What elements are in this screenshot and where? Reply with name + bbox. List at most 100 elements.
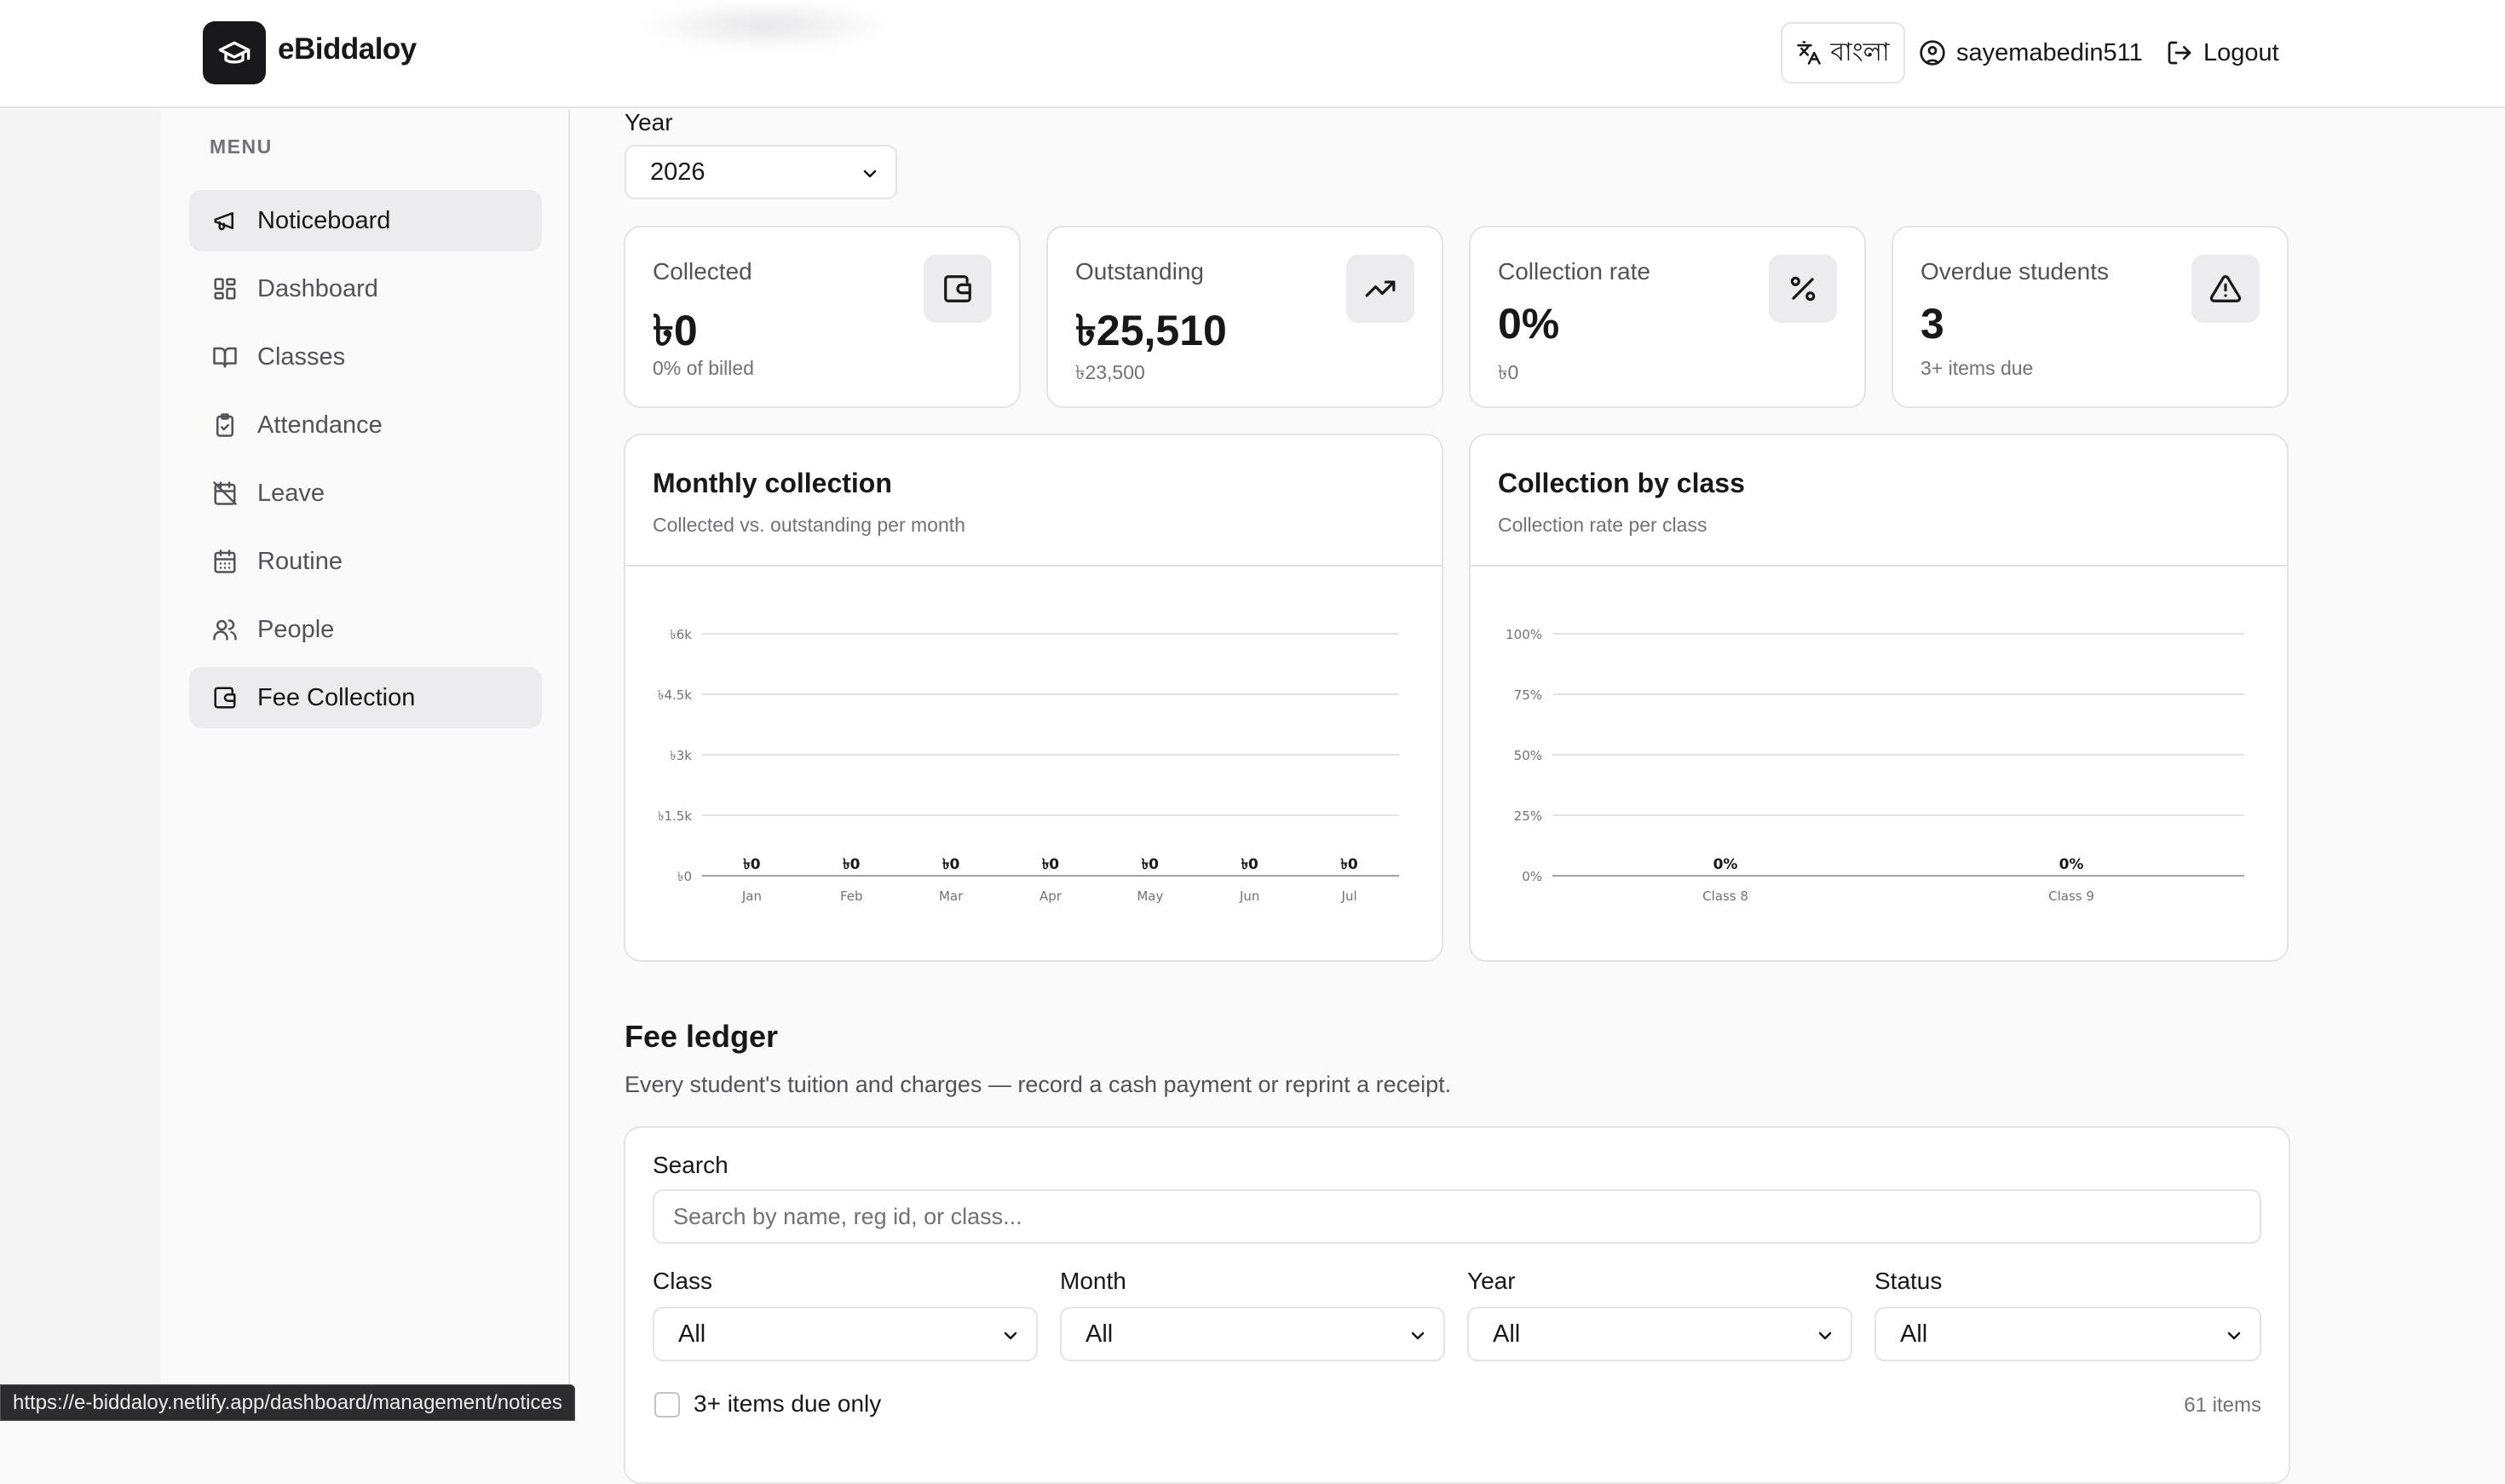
year-select[interactable]: 2026 xyxy=(625,145,897,199)
stat-card-outstanding: Outstanding ৳25,510 ৳23,500 xyxy=(1046,226,1443,408)
month-select[interactable]: All xyxy=(1060,1307,1445,1361)
sidebar-item-label: Classes xyxy=(257,342,346,371)
sidebar-item-label: Leave xyxy=(257,479,325,507)
stat-label: Collection rate xyxy=(1498,258,1650,285)
wallet-icon xyxy=(924,255,992,323)
language-toggle-button[interactable]: বাংলা xyxy=(1781,22,1905,83)
status-select-value: All xyxy=(1900,1320,1928,1348)
search-label: Search xyxy=(653,1152,728,1178)
page-gutter xyxy=(0,110,160,1421)
page-title-faded xyxy=(637,0,893,51)
translate-icon xyxy=(1797,41,1822,65)
overdue-only-checkbox[interactable] xyxy=(654,1392,680,1418)
ledger-filter-card: Search Class All Month All Year All Stat… xyxy=(624,1126,2290,1484)
stat-label: Collected xyxy=(653,258,752,285)
sidebar-item-label: Routine xyxy=(257,547,343,575)
sidebar-item-label: Attendance xyxy=(257,411,383,439)
stat-card-collected: Collected ৳0 0% of billed xyxy=(624,226,1021,408)
stat-value: 3 xyxy=(1920,300,1944,348)
ledger-year-select[interactable]: All xyxy=(1467,1307,1852,1361)
sidebar-item-attendance[interactable]: Attendance xyxy=(189,394,542,456)
y-tick-label: 50% xyxy=(1514,748,1542,763)
menu-heading: MENU xyxy=(210,135,273,158)
calendar-icon xyxy=(211,548,239,575)
app-logo[interactable] xyxy=(203,21,266,84)
chevron-down-icon xyxy=(863,170,877,178)
y-tick-label: ৳6k xyxy=(670,627,692,642)
sidebar-item-fee-collection[interactable]: Fee Collection xyxy=(189,667,542,728)
warning-triangle-icon xyxy=(2191,255,2260,323)
status-bar-url: https://e-biddaloy.netlify.app/dashboard… xyxy=(0,1384,575,1421)
x-tick-label: Apr xyxy=(1039,889,1062,904)
percent-icon xyxy=(1769,255,1837,323)
book-open-icon xyxy=(211,343,239,371)
search-input[interactable] xyxy=(653,1189,2261,1244)
ledger-year-select-value: All xyxy=(1493,1320,1521,1348)
stat-subtext: 3+ items due xyxy=(1920,357,2034,379)
username: sayemabedin511 xyxy=(1956,38,2143,66)
bar-data-label: ৳0 xyxy=(843,856,860,873)
x-tick-label: Class 8 xyxy=(1702,889,1748,904)
stat-card-collection-rate: Collection rate 0% ৳0 xyxy=(1469,226,1866,408)
chart-card-monthly-collection: Monthly collection Collected vs. outstan… xyxy=(624,434,1443,962)
sidebar-item-label: People xyxy=(257,615,335,643)
x-tick-label: May xyxy=(1137,889,1163,904)
section-title: Fee ledger xyxy=(625,1019,779,1054)
user-circle-icon xyxy=(1920,40,1945,66)
x-tick-label: Jan xyxy=(741,889,762,904)
language-label: বাংলা xyxy=(1830,37,1890,67)
bar-data-label: ৳0 xyxy=(1241,856,1258,873)
monthly-collection-chart: ৳0 ৳1.5k ৳3k ৳4.5k ৳6k ৳0 Jan ৳0 Feb ৳0 Mar ৳0 Apr ৳0… xyxy=(658,627,1399,904)
sidebar-item-noticeboard[interactable]: Noticeboard xyxy=(189,190,542,251)
status-select[interactable]: All xyxy=(1874,1307,2261,1361)
stat-subtext: ৳0 xyxy=(1498,361,1519,383)
bar-data-label: ৳0 xyxy=(942,856,959,873)
dashboard-grid-icon xyxy=(211,275,239,302)
bar-data-label: 0% xyxy=(1713,856,1738,873)
app-name[interactable]: eBiddaloy xyxy=(278,32,417,66)
calendar-off-icon xyxy=(211,480,239,507)
year-filter-label: Year xyxy=(1467,1268,1516,1294)
year-filter-label: Year xyxy=(625,109,673,135)
sidebar-item-dashboard[interactable]: Dashboard xyxy=(189,258,542,319)
wallet-icon xyxy=(211,684,239,711)
sidebar-item-classes[interactable]: Classes xyxy=(189,326,542,388)
chevron-down-icon xyxy=(2227,1332,2241,1340)
items-count: 61 items xyxy=(2184,1394,2261,1417)
overdue-only-label[interactable]: 3+ items due only xyxy=(694,1390,881,1418)
class-filter-label: Class xyxy=(653,1268,713,1294)
class-select[interactable]: All xyxy=(653,1307,1038,1361)
x-tick-label: Class 9 xyxy=(2048,889,2094,904)
clipboard-check-icon xyxy=(211,411,239,439)
stat-label: Overdue students xyxy=(1920,258,2110,285)
collection-by-class-chart: 0% 25% 50% 75% 100% 0% Class 8 0% Class 9 xyxy=(1506,627,2244,904)
bar-data-label: 0% xyxy=(2059,856,2084,873)
sidebar-item-people[interactable]: People xyxy=(189,599,542,660)
logout-icon xyxy=(2168,41,2191,65)
bar-data-label: ৳0 xyxy=(1340,856,1357,873)
sidebar: MENU Noticeboard Dashboard Classes Atten… xyxy=(160,110,570,1421)
y-tick-label: 100% xyxy=(1506,627,1542,642)
chevron-down-icon xyxy=(1411,1332,1425,1340)
class-select-value: All xyxy=(678,1320,706,1348)
y-tick-label: ৳1.5k xyxy=(658,808,692,824)
stat-subtext: 0% of billed xyxy=(653,357,754,379)
year-select-value: 2026 xyxy=(650,158,705,186)
sidebar-item-leave[interactable]: Leave xyxy=(189,463,542,524)
chevron-down-icon xyxy=(1004,1332,1017,1340)
y-tick-label: ৳0 xyxy=(677,869,692,884)
x-tick-label: Jul xyxy=(1341,889,1357,904)
trending-up-icon xyxy=(1346,255,1414,323)
y-tick-label: ৳4.5k xyxy=(658,687,692,703)
sidebar-item-label: Noticeboard xyxy=(257,206,391,234)
y-tick-label: 0% xyxy=(1522,869,1542,884)
y-tick-label: ৳3k xyxy=(670,748,692,763)
x-tick-label: Feb xyxy=(840,889,863,904)
sidebar-item-label: Dashboard xyxy=(257,274,378,302)
sidebar-item-routine[interactable]: Routine xyxy=(189,531,542,592)
chevron-down-icon xyxy=(1818,1332,1832,1340)
graduation-cap-icon xyxy=(218,41,250,64)
user-profile[interactable]: sayemabedin511 xyxy=(1919,29,2143,77)
section-subtitle: Every student's tuition and charges — re… xyxy=(625,1072,1452,1097)
logout-button[interactable]: Logout xyxy=(2166,29,2279,77)
